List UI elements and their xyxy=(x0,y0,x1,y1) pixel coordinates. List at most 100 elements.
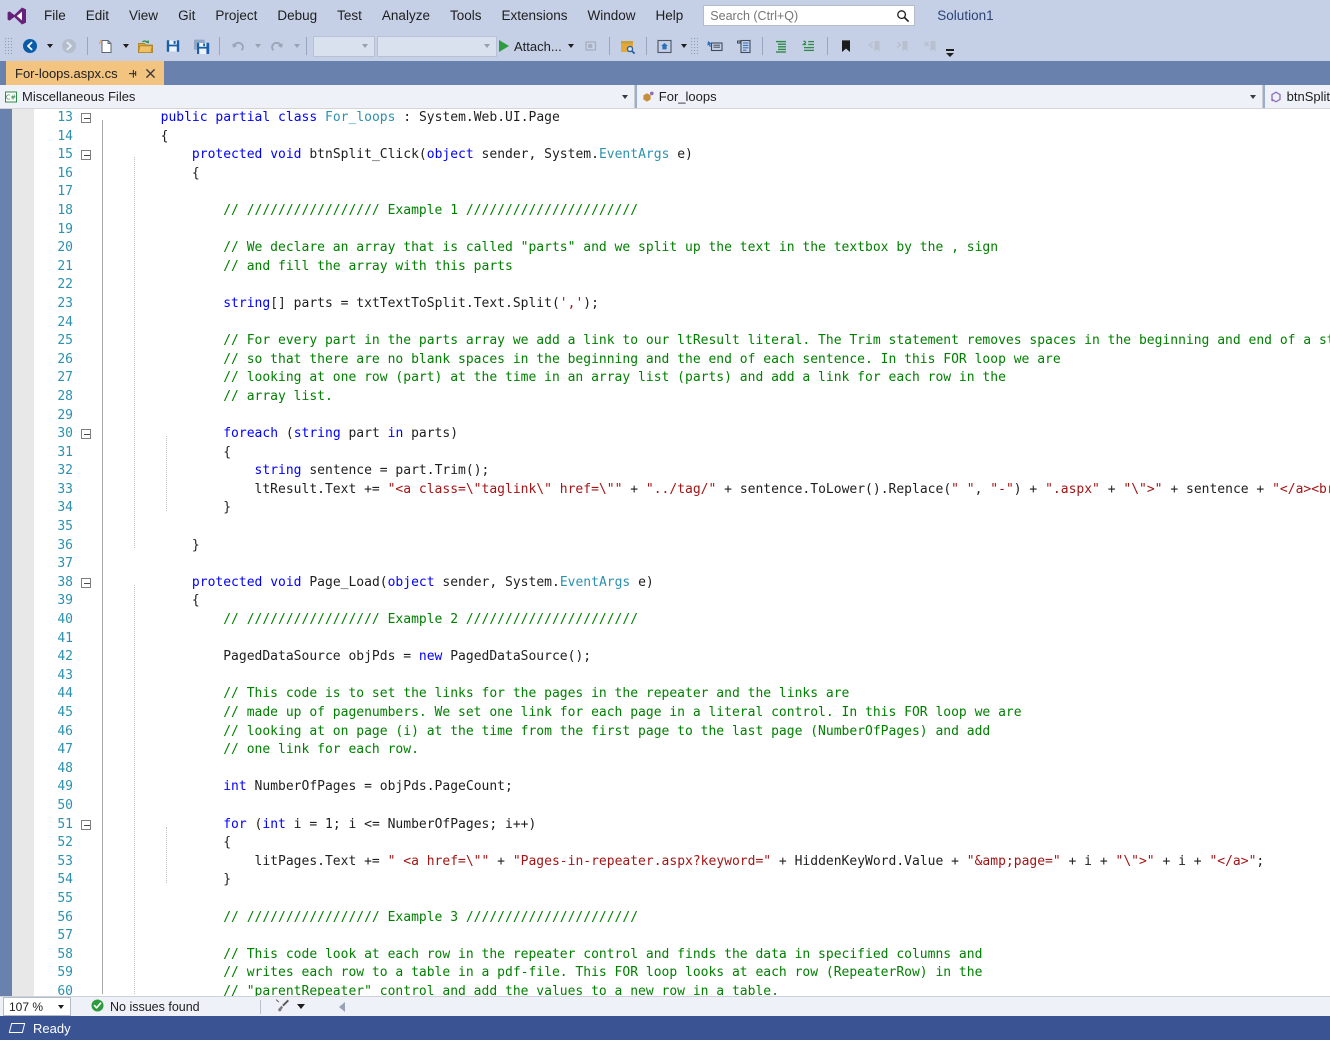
fold-column[interactable] xyxy=(78,258,96,277)
code-line[interactable]: 45 // made up of pagenumbers. We set one… xyxy=(34,704,1330,723)
code-line[interactable]: 15 protected void btnSplit_Click(object … xyxy=(34,146,1330,165)
fold-column[interactable] xyxy=(78,499,96,518)
fold-column[interactable] xyxy=(78,834,96,853)
navigate-forward-icon[interactable] xyxy=(55,34,83,58)
undo-dropdown-icon[interactable] xyxy=(252,34,263,58)
fold-column[interactable] xyxy=(78,183,96,202)
menu-extensions[interactable]: Extensions xyxy=(491,0,577,31)
fold-column[interactable] xyxy=(78,723,96,742)
redo-icon[interactable] xyxy=(263,34,291,58)
solution-explorer-icon[interactable] xyxy=(651,34,679,58)
close-icon[interactable] xyxy=(143,66,158,82)
code-line[interactable]: 58 // This code look at each row in the … xyxy=(34,946,1330,965)
fold-column[interactable] xyxy=(78,946,96,965)
fold-column[interactable] xyxy=(78,611,96,630)
code-line[interactable]: 55 xyxy=(34,890,1330,909)
fold-column[interactable] xyxy=(78,369,96,388)
solution-explorer-dropdown-icon[interactable] xyxy=(679,34,690,58)
code-text-area[interactable]: 13 public partial class For_loops : Syst… xyxy=(34,109,1330,996)
fold-column[interactable] xyxy=(78,816,96,835)
code-line[interactable]: 50 xyxy=(34,797,1330,816)
code-line[interactable]: 13 public partial class For_loops : Syst… xyxy=(34,109,1330,128)
fold-column[interactable] xyxy=(78,425,96,444)
fold-column[interactable] xyxy=(78,871,96,890)
navbar-member-combo[interactable]: btnSplit xyxy=(1262,85,1330,108)
menu-file[interactable]: File xyxy=(34,0,76,31)
code-line[interactable]: 44 // This code is to set the links for … xyxy=(34,685,1330,704)
fold-column[interactable] xyxy=(78,388,96,407)
code-line[interactable]: 21 // and fill the array with this parts xyxy=(34,258,1330,277)
fold-column[interactable] xyxy=(78,760,96,779)
code-line[interactable]: 31 { xyxy=(34,444,1330,463)
menu-view[interactable]: View xyxy=(119,0,168,31)
code-line[interactable]: 29 xyxy=(34,407,1330,426)
object-browser-icon[interactable] xyxy=(730,34,758,58)
fold-column[interactable] xyxy=(78,407,96,426)
fold-column[interactable] xyxy=(78,537,96,556)
code-line[interactable]: 20 // We declare an array that is called… xyxy=(34,239,1330,258)
fold-column[interactable] xyxy=(78,927,96,946)
collapse-icon[interactable] xyxy=(81,577,91,588)
fold-column[interactable] xyxy=(78,685,96,704)
menu-edit[interactable]: Edit xyxy=(76,0,119,31)
code-line[interactable]: 42 PagedDataSource objPds = new PagedDat… xyxy=(34,648,1330,667)
fold-column[interactable] xyxy=(78,704,96,723)
zoom-level-combo[interactable]: 107 % xyxy=(3,997,71,1016)
code-line[interactable]: 35 xyxy=(34,518,1330,537)
fold-column[interactable] xyxy=(78,964,96,983)
redo-dropdown-icon[interactable] xyxy=(291,34,302,58)
collapse-icon[interactable] xyxy=(81,429,91,440)
fold-column[interactable] xyxy=(78,741,96,760)
code-line[interactable]: 16 { xyxy=(34,165,1330,184)
quick-launch-search[interactable]: Search (Ctrl+Q) xyxy=(703,5,916,26)
code-line[interactable]: 19 xyxy=(34,221,1330,240)
fold-column[interactable] xyxy=(78,109,96,128)
fold-column[interactable] xyxy=(78,128,96,147)
chevron-down-icon[interactable] xyxy=(1244,94,1262,99)
prev-bookmark-icon[interactable] xyxy=(860,34,888,58)
attach-button[interactable]: Attach... xyxy=(497,34,566,58)
fold-column[interactable] xyxy=(78,295,96,314)
code-line[interactable]: 49 int NumberOfPages = objPds.PageCount; xyxy=(34,778,1330,797)
code-line[interactable]: 28 // array list. xyxy=(34,388,1330,407)
code-line[interactable]: 56 // ///////////////// Example 3 //////… xyxy=(34,909,1330,928)
code-line[interactable]: 54 } xyxy=(34,871,1330,890)
step-icon[interactable] xyxy=(577,34,605,58)
pin-icon[interactable] xyxy=(125,66,141,82)
toolbar-grip[interactable] xyxy=(4,37,13,55)
toolbar-grip-2[interactable] xyxy=(689,37,699,55)
code-line[interactable]: 57 xyxy=(34,927,1330,946)
toolbar-overflow-button[interactable] xyxy=(944,33,956,60)
outdent-icon[interactable] xyxy=(795,34,823,58)
code-line[interactable]: 38 protected void Page_Load(object sende… xyxy=(34,574,1330,593)
code-line[interactable]: 37 xyxy=(34,555,1330,574)
code-line[interactable]: 46 // looking at on page (i) at the time… xyxy=(34,723,1330,742)
code-line[interactable]: 39 { xyxy=(34,592,1330,611)
fold-column[interactable] xyxy=(78,221,96,240)
code-line[interactable]: 17 xyxy=(34,183,1330,202)
fold-column[interactable] xyxy=(78,518,96,537)
brush-button[interactable] xyxy=(275,998,305,1016)
fold-column[interactable] xyxy=(78,853,96,872)
configuration-combo[interactable] xyxy=(313,35,375,57)
navigate-backward-icon[interactable] xyxy=(16,34,44,58)
fold-column[interactable] xyxy=(78,165,96,184)
fold-column[interactable] xyxy=(78,778,96,797)
code-line[interactable]: 30 foreach (string part in parts) xyxy=(34,425,1330,444)
new-file-icon[interactable] xyxy=(92,34,120,58)
fold-column[interactable] xyxy=(78,555,96,574)
menu-test[interactable]: Test xyxy=(327,0,372,31)
fold-column[interactable] xyxy=(78,890,96,909)
tab-for-loops-aspx-cs[interactable]: For-loops.aspx.cs xyxy=(6,61,164,85)
fold-column[interactable] xyxy=(78,314,96,333)
code-line[interactable]: 40 // ///////////////// Example 2 //////… xyxy=(34,611,1330,630)
clear-bookmarks-icon[interactable] xyxy=(916,34,944,58)
indent-icon[interactable] xyxy=(767,34,795,58)
code-line[interactable]: 33 ltResult.Text += "<a class=\"taglink\… xyxy=(34,481,1330,500)
code-line[interactable]: 43 xyxy=(34,667,1330,686)
undo-icon[interactable] xyxy=(224,34,252,58)
code-line[interactable]: 34 } xyxy=(34,499,1330,518)
code-line[interactable]: 23 string[] parts = txtTextToSplit.Text.… xyxy=(34,295,1330,314)
code-line[interactable]: 26 // so that there are no blank spaces … xyxy=(34,351,1330,370)
fold-column[interactable] xyxy=(78,202,96,221)
